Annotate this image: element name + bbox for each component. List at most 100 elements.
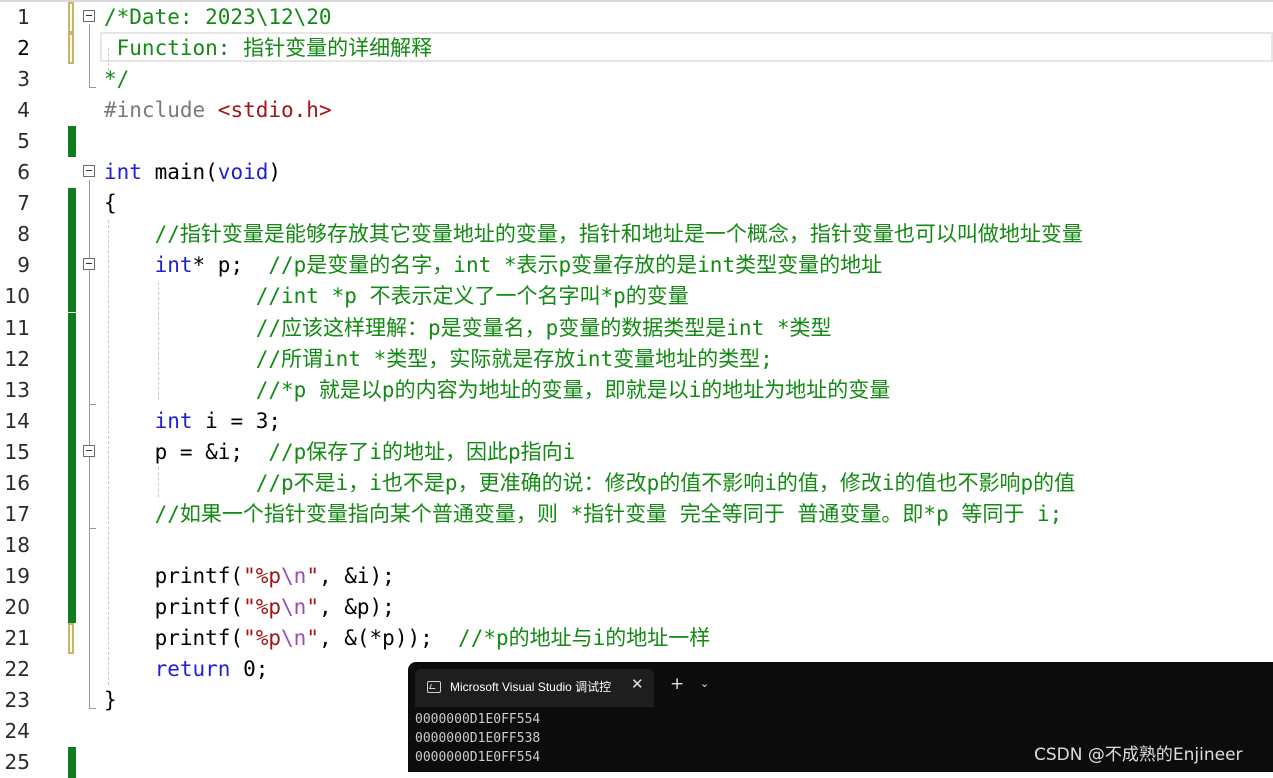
collapse-icon[interactable] xyxy=(83,10,95,22)
code-token: i = 3; xyxy=(192,408,282,433)
code-text: int* p; //p是变量的名字，int *表示p变量存放的是int类型变量的… xyxy=(104,250,883,281)
code-text: printf("%p\n", &i); xyxy=(104,561,395,592)
change-marker xyxy=(68,560,76,592)
console-output-line: 0000000D1E0FF554 xyxy=(415,712,541,727)
line-number: 5 xyxy=(17,129,30,154)
code-text: //指针变量是能够存放其它变量地址的变量，指针和地址是一个概念，指针变量也可以叫… xyxy=(104,219,1083,250)
collapse-icon[interactable] xyxy=(83,165,95,178)
code-line[interactable]: 3 */ xyxy=(0,64,1273,95)
code-text: //p不是i，i也不是p，更准确的说：修改p的值不影响i的值，修改i的值也不影响… xyxy=(104,468,1075,499)
code-line[interactable]: 9 int* p; //p是变量的名字，int *表示p变量存放的是int类型变… xyxy=(0,250,1273,282)
code-line[interactable]: 20 printf("%p\n", &p); xyxy=(0,591,1273,623)
change-marker xyxy=(68,498,76,530)
code-editor[interactable]: 1 /*Date: 2023\12\20 2 Function: 指针变量的详细解释… xyxy=(0,0,1273,778)
line-number: 9 xyxy=(17,253,30,278)
code-line[interactable]: 17 //如果一个指针变量指向某个普通变量，则 *指针变量 完全等同于 普通变量… xyxy=(0,498,1273,530)
change-marker xyxy=(68,281,76,313)
console-tab[interactable]: Microsoft Visual Studio 调试控 ✕ xyxy=(415,669,654,707)
line-number: 22 xyxy=(4,657,30,682)
line-number: 10 xyxy=(4,284,30,309)
line-number: 17 xyxy=(4,501,30,526)
code-token: //p是变量的名字，int *表示p变量存放的是int类型变量的地址 xyxy=(268,253,883,278)
code-token: return xyxy=(154,657,231,682)
code-token: " xyxy=(306,594,319,619)
code-token: \n xyxy=(281,563,307,588)
change-marker xyxy=(68,2,74,33)
line-number: 2 xyxy=(17,36,30,61)
console-output-line: 0000000D1E0FF554 xyxy=(415,750,541,765)
code-token: //int *p 不表示定义了一个名字叫*p的变量 xyxy=(104,284,689,309)
change-marker xyxy=(68,436,76,468)
console-tab-title: Microsoft Visual Studio 调试控 xyxy=(450,680,612,694)
code-token: //如果一个指针变量指向某个普通变量，则 *指针变量 完全等同于 普通变量。即*… xyxy=(104,501,1063,526)
code-token: printf( xyxy=(104,563,244,588)
code-line[interactable]: 1 /*Date: 2023\12\20 xyxy=(0,2,1273,33)
code-line[interactable]: 2 Function: 指针变量的详细解释 xyxy=(0,33,1273,65)
code-token: #include xyxy=(104,98,218,123)
code-text: //如果一个指针变量指向某个普通变量，则 *指针变量 完全等同于 普通变量。即*… xyxy=(104,499,1063,530)
code-line[interactable]: 13 //*p 就是以p的内容为地址的变量，即就是以i的地址为地址的变量 xyxy=(0,374,1273,406)
line-number: 11 xyxy=(4,315,30,340)
code-token: } xyxy=(104,688,117,713)
code-line[interactable]: 12 //所谓int *类型，实际就是存放int变量地址的类型; xyxy=(0,343,1273,375)
code-token: { xyxy=(104,191,117,216)
code-line[interactable]: 16 //p不是i，i也不是p，更准确的说：修改p的值不影响i的值，修改i的值也… xyxy=(0,467,1273,499)
line-number: 1 xyxy=(17,5,30,29)
line-number: 24 xyxy=(4,719,30,744)
code-token: "%p xyxy=(243,563,282,588)
code-text: int i = 3; xyxy=(104,406,281,437)
code-token: //*p的地址与i的地址一样 xyxy=(458,626,711,650)
line-number: 19 xyxy=(4,563,30,588)
code-token: * p; xyxy=(192,253,269,278)
code-line[interactable]: 19 printf("%p\n", &i); xyxy=(0,560,1273,592)
code-line[interactable]: 21 printf("%p\n", &(*p)); //*p的地址与i的地址一样 xyxy=(0,623,1273,654)
code-line[interactable]: 14 int i = 3; xyxy=(0,405,1273,437)
line-number: 8 xyxy=(17,222,30,247)
line-number: 25 xyxy=(4,750,30,775)
change-marker xyxy=(68,219,76,251)
code-text: printf("%p\n", &p); xyxy=(104,592,395,623)
code-text: return 0; xyxy=(104,654,269,685)
code-line[interactable]: 10 //int *p 不表示定义了一个名字叫*p的变量 xyxy=(0,281,1273,313)
collapse-icon[interactable] xyxy=(83,258,95,271)
code-token: " xyxy=(306,563,319,588)
line-number: 7 xyxy=(17,191,30,216)
code-token: \n xyxy=(281,626,307,650)
code-text: //int *p 不表示定义了一个名字叫*p的变量 xyxy=(104,281,689,312)
code-token: ) xyxy=(268,160,282,185)
code-text: Function: 指针变量的详细解释 xyxy=(104,33,432,64)
code-token: "%p xyxy=(243,626,282,650)
chevron-down-icon[interactable]: ⌄ xyxy=(700,677,709,690)
line-number: 20 xyxy=(4,594,30,619)
code-line[interactable]: 15 p = &i; //p保存了i的地址，因此p指向i xyxy=(0,436,1273,468)
change-marker xyxy=(68,591,76,623)
code-token: int xyxy=(154,408,193,433)
code-token: /*Date: 2023\12\20 xyxy=(104,5,332,29)
code-line[interactable]: 11 //应该这样理解：p是变量名，p变量的数据类型是int *类型 xyxy=(0,312,1273,344)
line-number: 21 xyxy=(4,626,30,650)
close-icon[interactable]: ✕ xyxy=(631,675,644,693)
new-tab-button[interactable]: + xyxy=(670,674,684,694)
code-token: 0; xyxy=(230,657,269,682)
code-token: void xyxy=(217,160,269,185)
code-token: printf( xyxy=(104,594,244,619)
code-token: \n xyxy=(281,594,307,619)
code-line[interactable]: 8 //指针变量是能够存放其它变量地址的变量，指针和地址是一个概念，指针变量也可… xyxy=(0,219,1273,251)
code-token: " xyxy=(306,626,319,650)
code-line[interactable]: 5 xyxy=(0,126,1273,158)
code-line[interactable]: 4 #include <stdio.h> xyxy=(0,95,1273,126)
collapse-icon[interactable] xyxy=(83,444,95,457)
change-marker xyxy=(68,250,76,282)
line-number: 16 xyxy=(4,470,30,495)
code-token: */ xyxy=(104,67,130,92)
line-number: 14 xyxy=(4,408,30,433)
code-token: , &i); xyxy=(318,563,395,588)
code-token: //所谓int *类型，实际就是存放int变量地址的类型; xyxy=(104,346,773,371)
code-line[interactable]: 6 int main(void) xyxy=(0,157,1273,188)
code-line[interactable]: 7{ xyxy=(0,188,1273,220)
change-marker xyxy=(68,188,76,220)
line-number: 4 xyxy=(17,98,30,123)
code-line[interactable]: 18 xyxy=(0,529,1273,561)
change-marker xyxy=(68,467,76,499)
